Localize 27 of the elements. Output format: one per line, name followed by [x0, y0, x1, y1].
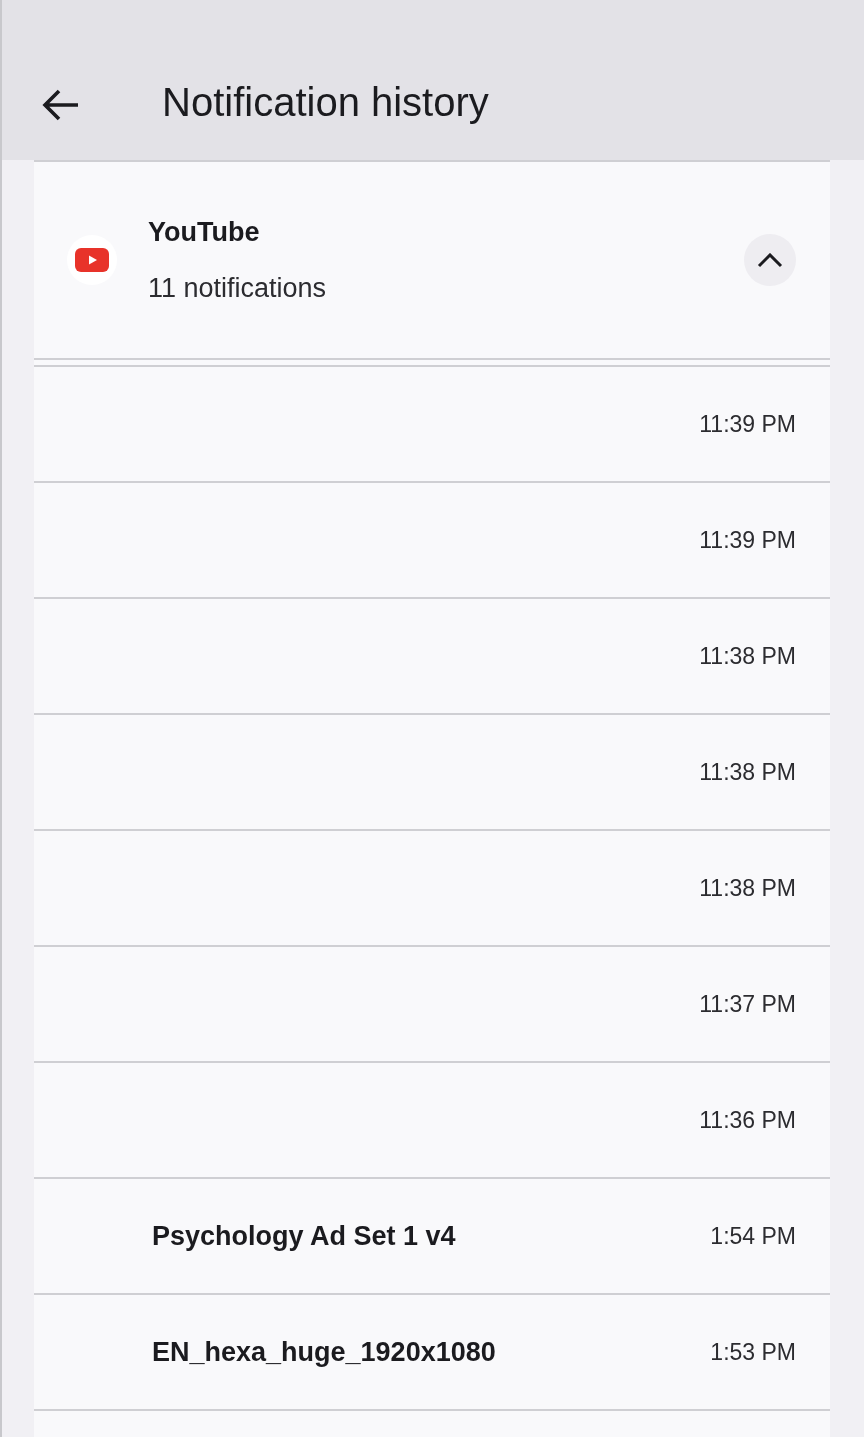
notification-row[interactable]: 11:39 PM	[34, 367, 830, 483]
notification-count: 11 notifications	[148, 272, 327, 305]
notification-time: 1:54 PM	[710, 1222, 796, 1251]
page-title: Notification history	[162, 79, 489, 126]
notification-row[interactable]: EN_hexa_huge_1920x1080 1:53 PM	[34, 1295, 830, 1411]
app-name: YouTube	[148, 216, 261, 249]
back-arrow-icon	[42, 89, 80, 121]
notification-row[interactable]: Psychology Ad Set 1 v4 1:54 PM	[34, 1179, 830, 1295]
notification-time: 11:36 PM	[699, 1106, 796, 1135]
notification-time: 11:39 PM	[699, 410, 796, 439]
notification-row[interactable]: 11:38 PM	[34, 599, 830, 715]
notification-title: Psychology Ad Set 1 v4	[152, 1220, 456, 1253]
notification-time: 11:38 PM	[699, 642, 796, 671]
notification-time: 11:37 PM	[699, 990, 796, 1019]
notification-row[interactable]: 11:36 PM	[34, 1063, 830, 1179]
notification-row[interactable]: 11:37 PM	[34, 947, 830, 1063]
chevron-up-icon	[757, 252, 783, 268]
notification-row[interactable]: 11:39 PM	[34, 483, 830, 599]
notification-time: 11:38 PM	[699, 758, 796, 787]
notification-time: 11:38 PM	[699, 874, 796, 903]
notification-time: 11:39 PM	[699, 526, 796, 555]
app-group-header[interactable]: YouTube 11 notifications	[34, 162, 830, 360]
notification-row[interactable]: 11:38 PM	[34, 715, 830, 831]
collapse-button[interactable]	[744, 234, 796, 286]
notification-time: 1:53 PM	[710, 1338, 796, 1367]
notification-row[interactable]: 11:38 PM	[34, 831, 830, 947]
notification-title: EN_hexa_huge_1920x1080	[152, 1336, 496, 1369]
